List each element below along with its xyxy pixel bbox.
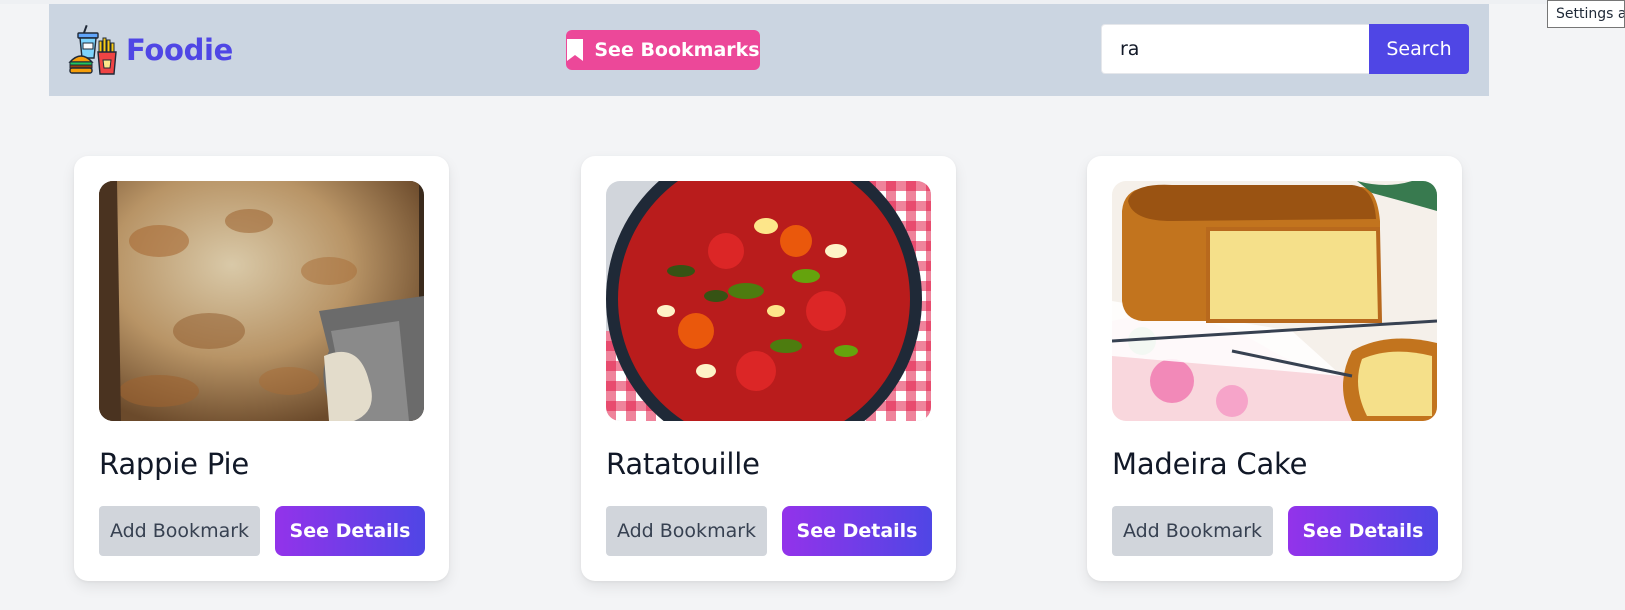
navbar: Foodie See Bookmarks Search [49, 4, 1489, 96]
add-bookmark-button[interactable]: Add Bookmark [1112, 506, 1273, 556]
recipe-image [1112, 181, 1437, 421]
recipe-image [99, 181, 424, 421]
recipe-title: Rappie Pie [99, 447, 249, 481]
add-bookmark-button[interactable]: Add Bookmark [606, 506, 767, 556]
add-bookmark-button[interactable]: Add Bookmark [99, 506, 260, 556]
recipe-image [606, 181, 931, 421]
search-button[interactable]: Search [1369, 24, 1469, 74]
brand-name: Foodie [126, 33, 234, 67]
recipe-title: Madeira Cake [1112, 447, 1308, 481]
recipe-card: Ratatouille Add Bookmark See Details [581, 156, 956, 581]
brand[interactable]: Foodie [68, 24, 233, 76]
search-input[interactable] [1101, 24, 1369, 74]
see-details-button[interactable]: See Details [275, 506, 425, 556]
see-details-button[interactable]: See Details [1288, 506, 1438, 556]
search-bar: Search [1101, 24, 1469, 74]
see-details-button[interactable]: See Details [782, 506, 932, 556]
recipe-card: Rappie Pie Add Bookmark See Details [74, 156, 449, 581]
recipe-card: Madeira Cake Add Bookmark See Details [1087, 156, 1462, 581]
see-bookmarks-label: See Bookmarks [594, 39, 760, 61]
tooltip: Settings ar [1547, 0, 1625, 28]
recipe-title: Ratatouille [606, 447, 760, 481]
see-bookmarks-button[interactable]: See Bookmarks [566, 30, 760, 70]
bookmark-icon [567, 39, 584, 61]
fast-food-icon [68, 24, 117, 75]
